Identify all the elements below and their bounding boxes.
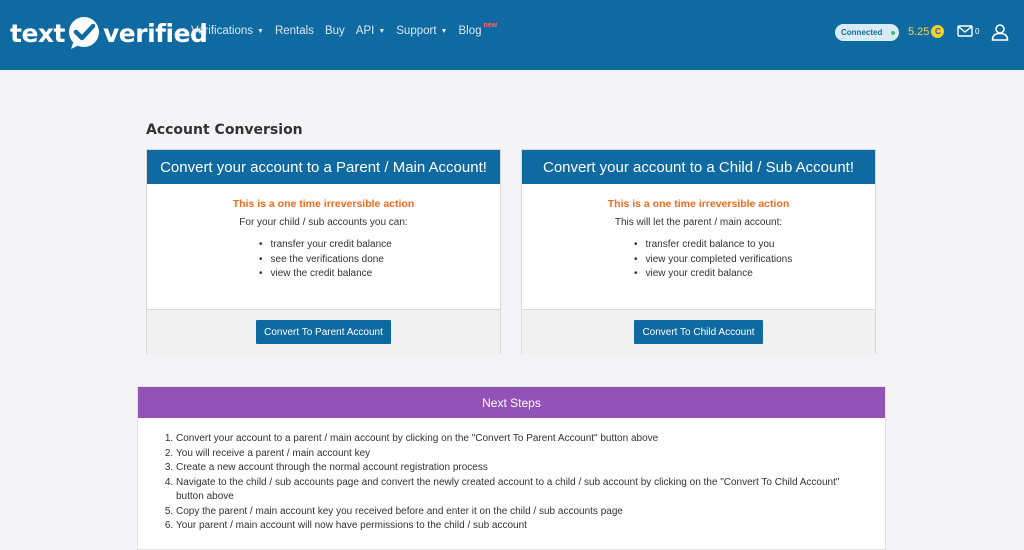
convert-to-child-button[interactable]: Convert To Child Account (634, 320, 763, 344)
card-footer: Convert To Parent Account (147, 309, 500, 354)
parent-conversion-card: Convert your account to a Parent / Main … (146, 149, 501, 354)
step-item: Create a new account through the normal … (176, 461, 864, 476)
nav-support[interactable]: Support ▼ (396, 25, 447, 37)
message-count: 0 (975, 26, 980, 36)
nav-buy[interactable]: Buy (325, 25, 345, 37)
brand-logo[interactable]: text verified (10, 16, 208, 50)
irreversible-warning: This is a one time irreversible action (232, 198, 415, 210)
list-item: see the verifications done (259, 253, 500, 268)
next-steps-panel: Next Steps Convert your account to a par… (137, 386, 886, 550)
status-text: Connected (841, 28, 883, 37)
coin-icon: C (931, 25, 945, 38)
chat-check-icon (68, 17, 99, 49)
card-body: This is a one time irreversible action T… (522, 184, 875, 309)
child-conversion-card: Convert your account to a Child / Sub Ac… (521, 149, 876, 354)
card-intro: This will let the parent / main account: (614, 217, 783, 228)
list-item: view your credit balance (634, 267, 875, 282)
step-item: Copy the parent / main account key you r… (176, 505, 864, 520)
connection-status-badge: Connected (835, 24, 899, 41)
step-item: Navigate to the child / sub accounts pag… (176, 476, 864, 505)
envelope-icon (957, 25, 973, 37)
step-item: Convert your account to a parent / main … (176, 432, 864, 447)
permission-list: transfer credit balance to you view your… (634, 238, 875, 282)
nav-label: Buy (324, 25, 345, 37)
nav-label: API (355, 25, 375, 37)
list-item: view your completed verifications (634, 253, 875, 268)
nav-label: Blog (458, 25, 482, 37)
status-dot-icon (891, 30, 896, 35)
card-header: Convert your account to a Child / Sub Ac… (522, 150, 875, 184)
user-account-icon[interactable] (991, 24, 1009, 41)
list-item: transfer credit balance to you (634, 238, 875, 253)
caret-down-icon: ▼ (440, 28, 448, 35)
credit-balance[interactable]: 5.25 C (908, 25, 945, 38)
caret-down-icon: ▼ (257, 28, 264, 35)
step-item: You will receive a parent / main account… (176, 447, 864, 462)
nav-label: Rentals (274, 25, 314, 37)
nav-label: Verifications (191, 25, 254, 37)
nav-label: Support (396, 25, 437, 37)
card-intro: For your child / sub accounts you can: (239, 217, 408, 228)
messages-button[interactable]: 0 (957, 25, 979, 37)
caret-down-icon: ▼ (378, 28, 386, 35)
new-badge: new (483, 22, 498, 29)
page-title: Account Conversion (146, 122, 303, 138)
step-item: Your parent / main account will now have… (176, 519, 864, 534)
card-footer: Convert To Child Account (522, 309, 875, 354)
list-item: view the credit balance (259, 267, 500, 282)
convert-to-parent-button[interactable]: Convert To Parent Account (256, 320, 391, 344)
nav-api[interactable]: API ▼ (356, 25, 385, 37)
list-item: transfer your credit balance (259, 238, 500, 253)
nav-rentals[interactable]: Rentals (275, 25, 314, 37)
card-header: Convert your account to a Parent / Main … (147, 150, 500, 184)
top-navbar: text verified Verifications ▼ Rentals Bu… (0, 0, 1024, 70)
balance-value: 5.25 (908, 25, 930, 38)
irreversible-warning: This is a one time irreversible action (607, 198, 790, 210)
nav-blog[interactable]: Blog new (458, 22, 498, 37)
next-steps-header: Next Steps (138, 387, 885, 418)
main-nav: Verifications ▼ Rentals Buy API ▼ Suppor… (191, 22, 508, 37)
nav-verifications[interactable]: Verifications ▼ (191, 25, 264, 37)
permission-list: transfer your credit balance see the ver… (259, 238, 500, 282)
brand-text-part1: text (10, 18, 65, 48)
card-body: This is a one time irreversible action F… (147, 184, 500, 309)
next-steps-list: Convert your account to a parent / main … (138, 432, 878, 534)
